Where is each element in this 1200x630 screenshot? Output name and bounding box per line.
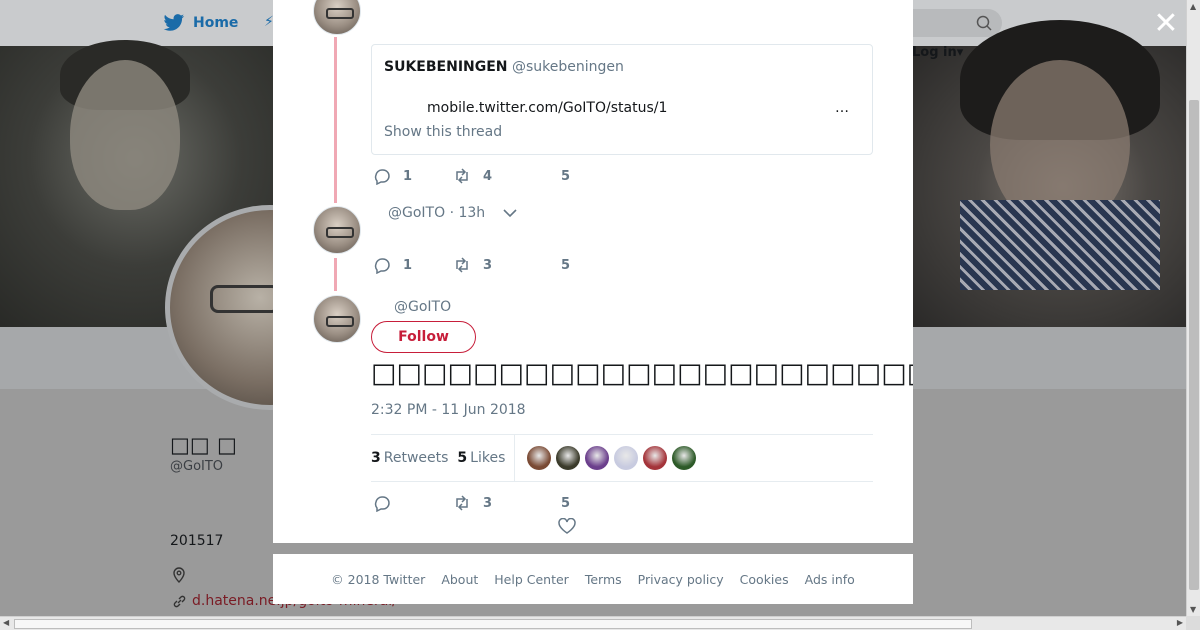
footer-link-privacy[interactable]: Privacy policy bbox=[638, 572, 724, 587]
liker-avatar[interactable] bbox=[556, 446, 581, 470]
reply-button[interactable]: 1 bbox=[373, 167, 412, 185]
search-input[interactable] bbox=[900, 9, 1002, 37]
scroll-up-icon[interactable]: ▲ bbox=[1190, 2, 1196, 11]
avatar[interactable] bbox=[313, 206, 361, 254]
horizontal-scrollbar[interactable]: ◀ ▶ bbox=[0, 616, 1186, 630]
footer-link-cookies[interactable]: Cookies bbox=[740, 572, 789, 587]
scroll-right-icon[interactable]: ▶ bbox=[1177, 618, 1183, 627]
tweet-text: □□□□□□□□□□□□□□□□□□□□□□□□□□□□□□□□□□□□□□□□… bbox=[371, 358, 913, 389]
scroll-left-icon[interactable]: ◀ bbox=[3, 618, 9, 627]
footer-link-about[interactable]: About bbox=[441, 572, 478, 587]
reply-icon bbox=[374, 258, 390, 274]
like-button[interactable]: 5 bbox=[561, 169, 570, 184]
likes-stat-label: Likes bbox=[470, 450, 506, 466]
retweet-icon bbox=[456, 257, 468, 273]
reply-count: 1 bbox=[403, 257, 413, 273]
retweet-button[interactable]: 3 bbox=[453, 494, 492, 512]
quoted-author-name: SUKEBENINGEN bbox=[384, 59, 508, 75]
nav-home-label: Home bbox=[193, 15, 239, 31]
search-icon bbox=[976, 15, 992, 31]
profile-card: □□ □ @GoITO bbox=[170, 433, 237, 474]
login-dropdown[interactable]: Log in▾ bbox=[912, 45, 963, 60]
reply-button[interactable] bbox=[373, 494, 391, 512]
scroll-down-icon[interactable]: ▼ bbox=[1190, 605, 1196, 614]
like-count: 5 bbox=[561, 168, 571, 184]
tweet-timestamp[interactable]: 2:32 PM - 11 Jun 2018 bbox=[371, 402, 526, 418]
reply-icon bbox=[374, 496, 390, 512]
scrollbar-thumb[interactable] bbox=[14, 619, 972, 629]
reply-icon bbox=[374, 169, 390, 185]
modal-footer: © 2018 Twitter About Help Center Terms P… bbox=[273, 554, 913, 604]
tweet-time[interactable]: · 13h bbox=[450, 205, 486, 221]
likes-stat[interactable]: 5 Likes bbox=[457, 450, 505, 466]
like-count: 5 bbox=[561, 257, 571, 273]
footer-link-terms[interactable]: Terms bbox=[585, 572, 622, 587]
footer-link-help-center[interactable]: Help Center bbox=[494, 572, 569, 587]
avatar[interactable] bbox=[313, 0, 361, 35]
liker-avatar[interactable] bbox=[672, 446, 697, 470]
likes-stat-count: 5 bbox=[457, 450, 468, 466]
quoted-author-handle: @sukebeningen bbox=[511, 59, 624, 75]
tweet-handle[interactable]: @GoITO bbox=[388, 205, 445, 221]
retweet-button[interactable]: 3 bbox=[453, 256, 492, 274]
chevron-down-icon[interactable] bbox=[503, 208, 517, 218]
liker-avatar[interactable] bbox=[527, 446, 552, 470]
show-thread-link[interactable]: Show this thread bbox=[384, 124, 502, 140]
main-tweet-handle[interactable]: @GoITO bbox=[394, 299, 451, 315]
profile-name: □□ □ bbox=[170, 433, 237, 457]
retweets-stat-label: Retweets bbox=[383, 450, 449, 466]
quoted-tweet-ellipsis: … bbox=[835, 100, 849, 116]
quoted-tweet-author: SUKEBENINGEN @sukebeningen bbox=[384, 59, 624, 75]
reply-count: 1 bbox=[403, 168, 413, 184]
quoted-tweet-card[interactable]: SUKEBENINGEN @sukebeningen mobile.twitte… bbox=[371, 44, 873, 155]
retweet-icon bbox=[456, 495, 468, 511]
liker-avatar[interactable] bbox=[585, 446, 610, 470]
heart-icon[interactable] bbox=[558, 518, 576, 534]
thread-line bbox=[334, 37, 337, 203]
tweet-modal: SUKEBENINGEN @sukebeningen mobile.twitte… bbox=[273, 0, 913, 543]
like-button[interactable]: 5 bbox=[561, 496, 570, 511]
follow-button[interactable]: Follow bbox=[371, 321, 476, 353]
profile-handle: @GoITO bbox=[170, 459, 224, 474]
quoted-tweet-link[interactable]: mobile.twitter.com/GoITO/status/1 bbox=[427, 100, 667, 116]
close-icon[interactable]: ✕ bbox=[1153, 9, 1179, 39]
thread-line bbox=[334, 258, 337, 291]
link-icon bbox=[173, 595, 186, 607]
retweet-count: 4 bbox=[483, 168, 493, 184]
profile-bio: 201517 bbox=[170, 533, 224, 549]
tweet-stats: 3 Retweets 5 Likes bbox=[371, 434, 873, 482]
liker-avatar[interactable] bbox=[614, 446, 639, 470]
retweet-icon bbox=[456, 168, 468, 184]
retweets-stat-count: 3 bbox=[371, 450, 381, 466]
retweet-count: 3 bbox=[483, 495, 493, 511]
retweet-count: 3 bbox=[483, 257, 493, 273]
avatar[interactable] bbox=[313, 295, 361, 343]
footer-link-ads-info[interactable]: Ads info bbox=[805, 572, 855, 587]
reply-button[interactable]: 1 bbox=[373, 256, 412, 274]
liker-avatar[interactable] bbox=[643, 446, 668, 470]
location-icon bbox=[172, 567, 186, 587]
like-count: 5 bbox=[561, 495, 571, 511]
liker-avatars bbox=[527, 446, 701, 470]
twitter-bird-icon bbox=[163, 14, 185, 31]
vertical-scrollbar[interactable]: ▲ ▼ bbox=[1186, 0, 1200, 616]
footer-copyright: © 2018 Twitter bbox=[331, 571, 426, 587]
scrollbar-thumb[interactable] bbox=[1189, 100, 1199, 590]
like-button[interactable]: 5 bbox=[561, 258, 570, 273]
retweet-button[interactable]: 4 bbox=[453, 167, 492, 185]
nav-home-link[interactable]: Home bbox=[163, 13, 238, 33]
tweet-header: @GoITO · 13h bbox=[388, 205, 517, 221]
retweets-stat[interactable]: 3 Retweets bbox=[371, 450, 448, 466]
